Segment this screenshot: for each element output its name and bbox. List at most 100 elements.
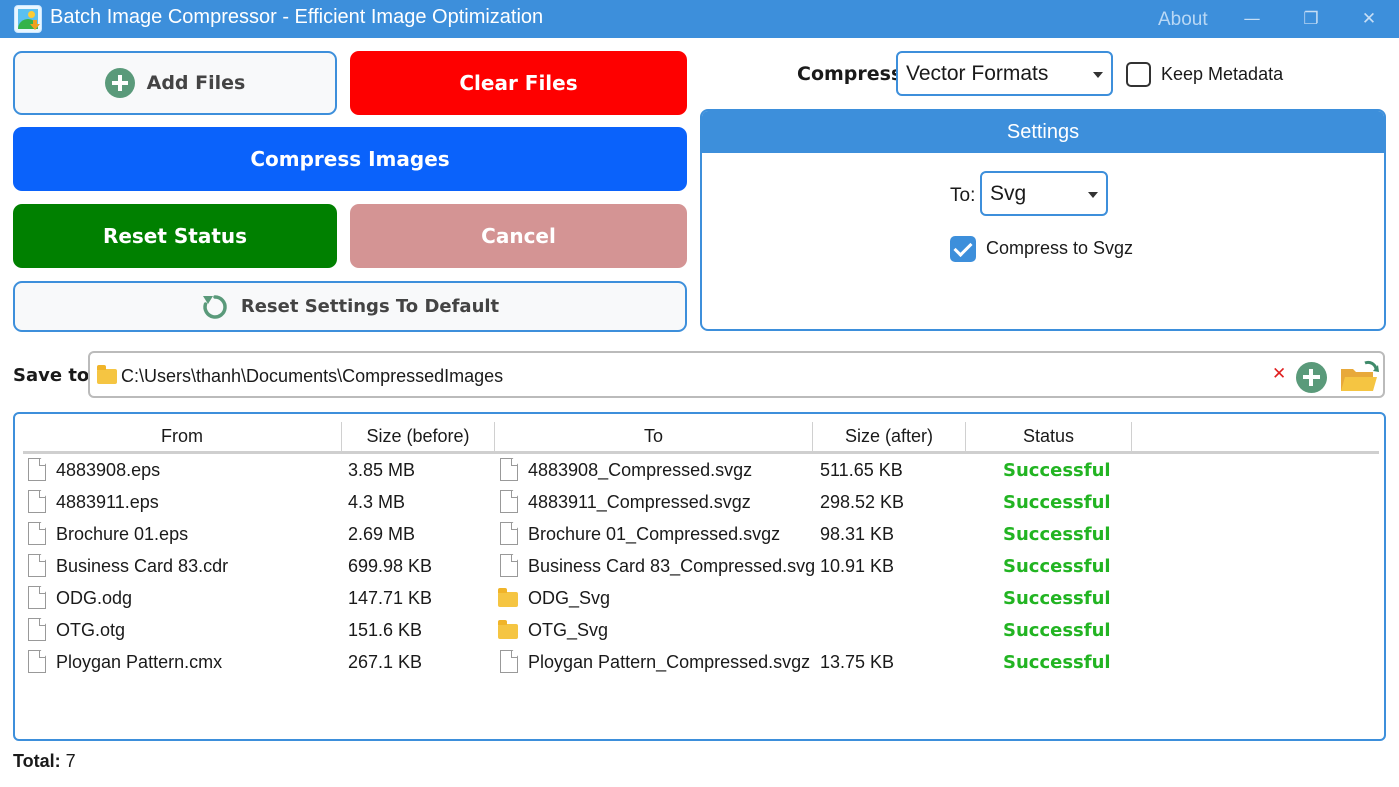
- window-title: Batch Image Compressor - Efficient Image…: [50, 6, 544, 28]
- table-row[interactable]: 4883908.eps 3.85 MB 4883908_Compressed.s…: [15, 456, 1384, 488]
- from-cell: Brochure 01.eps: [56, 524, 189, 544]
- size-after-cell: 298.52 KB: [820, 492, 905, 512]
- file-icon: [28, 522, 46, 545]
- file-icon: [28, 554, 46, 577]
- from-cell: OTG.otg: [56, 620, 126, 640]
- status-cell: Successful: [1003, 460, 1111, 481]
- file-icon: [28, 586, 46, 609]
- add-files-button[interactable]: Add Files: [13, 51, 337, 115]
- compress-svgz-checkbox[interactable]: [950, 236, 976, 262]
- settings-title: Settings: [702, 111, 1384, 153]
- total-label: Total:: [13, 751, 61, 771]
- size-before-cell: 267.1 KB: [348, 652, 423, 672]
- column-header-size-after[interactable]: Size (after): [813, 422, 966, 451]
- table-row[interactable]: Ploygan Pattern.cmx 267.1 KB Ploygan Pat…: [15, 648, 1384, 680]
- column-header-to[interactable]: To: [495, 422, 813, 451]
- close-window-button[interactable]: ✕: [1346, 0, 1392, 38]
- column-header-from[interactable]: From: [23, 422, 342, 451]
- size-before-cell: 699.98 KB: [348, 556, 433, 576]
- table-row[interactable]: Business Card 83.cdr 699.98 KB Business …: [15, 552, 1384, 584]
- status-cell: Successful: [1003, 556, 1111, 577]
- file-icon: [28, 458, 46, 481]
- size-after-cell: 98.31 KB: [820, 524, 895, 544]
- folder-icon: [97, 365, 117, 384]
- column-header-status[interactable]: Status: [966, 422, 1132, 451]
- from-cell: ODG.odg: [56, 588, 133, 608]
- folder-icon: [498, 588, 518, 607]
- add-folder-icon[interactable]: [1296, 362, 1327, 393]
- from-cell: Business Card 83.cdr: [56, 556, 229, 576]
- file-icon: [28, 618, 46, 641]
- file-icon: [500, 490, 518, 513]
- title-bar: Batch Image Compressor - Efficient Image…: [0, 0, 1399, 38]
- reset-settings-label: Reset Settings To Default: [240, 296, 500, 317]
- open-folder-icon[interactable]: [1339, 359, 1379, 393]
- reset-settings-button[interactable]: Reset Settings To Default: [13, 281, 687, 332]
- file-icon: [28, 490, 46, 513]
- file-icon: [500, 650, 518, 673]
- size-after-cell: 10.91 KB: [820, 556, 895, 576]
- about-link[interactable]: About: [1158, 9, 1208, 31]
- size-after-cell: 511.65 KB: [820, 460, 903, 480]
- compress-svgz-label[interactable]: Compress to Svgz: [986, 238, 1133, 259]
- save-path-value: C:\Users\thanh\Documents\CompressedImage…: [121, 366, 504, 386]
- to-cell: Business Card 83_Compressed.svgz: [528, 556, 814, 576]
- clear-path-icon[interactable]: ✕: [1272, 364, 1286, 384]
- compress-label: Compress:: [797, 63, 910, 85]
- file-icon: [500, 522, 518, 545]
- to-cell: 4883908_Compressed.svgz: [528, 460, 753, 480]
- save-to-label: Save to:: [13, 365, 97, 386]
- to-cell: Brochure 01_Compressed.svgz: [528, 524, 781, 544]
- clear-files-button[interactable]: Clear Files: [350, 51, 687, 115]
- column-header-size-before[interactable]: Size (before): [342, 422, 495, 451]
- reset-icon: [202, 294, 227, 319]
- total-value: 7: [65, 751, 76, 771]
- app-icon: [14, 5, 42, 33]
- status-cell: Successful: [1003, 492, 1111, 513]
- file-icon: [500, 554, 518, 577]
- folder-icon: [498, 620, 518, 639]
- status-cell: Successful: [1003, 620, 1111, 641]
- size-before-cell: 4.3 MB: [348, 492, 406, 512]
- minimize-button[interactable]: —: [1229, 0, 1275, 38]
- reset-status-button[interactable]: Reset Status: [13, 204, 337, 268]
- to-cell: Ploygan Pattern_Compressed.svgz: [528, 652, 811, 672]
- compress-images-button[interactable]: Compress Images: [13, 127, 687, 191]
- compress-format-select[interactable]: Vector Formats: [896, 51, 1113, 96]
- total-count: Total: 7: [13, 751, 76, 772]
- save-path-field[interactable]: C:\Users\thanh\Documents\CompressedImage…: [88, 351, 1385, 398]
- maximize-button[interactable]: ❐: [1288, 0, 1334, 38]
- size-before-cell: 3.85 MB: [348, 460, 416, 480]
- to-cell: 4883911_Compressed.svgz: [528, 492, 751, 512]
- cancel-button[interactable]: Cancel: [350, 204, 687, 268]
- from-cell: 4883911.eps: [56, 492, 159, 512]
- table-header: From Size (before) To Size (after) Statu…: [23, 422, 1379, 454]
- chevron-down-icon: [1088, 192, 1098, 198]
- size-after-cell: 13.75 KB: [820, 652, 895, 672]
- settings-panel: Settings To: Svg Compress to Svgz: [700, 109, 1386, 331]
- add-circle-icon: [104, 68, 135, 98]
- to-label: To:: [950, 185, 976, 206]
- table-row[interactable]: OTG.otg 151.6 KB OTG_Svg Successful: [15, 616, 1384, 648]
- size-before-cell: 151.6 KB: [348, 620, 423, 640]
- chevron-down-icon: [1093, 72, 1103, 78]
- from-cell: 4883908.eps: [56, 460, 161, 480]
- keep-metadata-label[interactable]: Keep Metadata: [1161, 64, 1283, 85]
- to-cell: OTG_Svg: [528, 620, 609, 640]
- status-cell: Successful: [1003, 652, 1111, 673]
- add-files-label: Add Files: [146, 72, 246, 94]
- size-before-cell: 147.71 KB: [348, 588, 433, 608]
- from-cell: Ploygan Pattern.cmx: [56, 652, 223, 672]
- status-cell: Successful: [1003, 588, 1111, 609]
- table-row[interactable]: ODG.odg 147.71 KB ODG_Svg Successful: [15, 584, 1384, 616]
- keep-metadata-checkbox[interactable]: [1126, 62, 1151, 87]
- file-icon: [500, 458, 518, 481]
- files-table[interactable]: From Size (before) To Size (after) Statu…: [13, 412, 1386, 741]
- table-row[interactable]: Brochure 01.eps 2.69 MB Brochure 01_Comp…: [15, 520, 1384, 552]
- to-cell: ODG_Svg: [528, 588, 611, 608]
- table-row[interactable]: 4883911.eps 4.3 MB 4883911_Compressed.sv…: [15, 488, 1384, 520]
- status-cell: Successful: [1003, 524, 1111, 545]
- output-format-value: Svg: [990, 182, 1027, 205]
- size-before-cell: 2.69 MB: [348, 524, 416, 544]
- output-format-select[interactable]: Svg: [980, 171, 1108, 216]
